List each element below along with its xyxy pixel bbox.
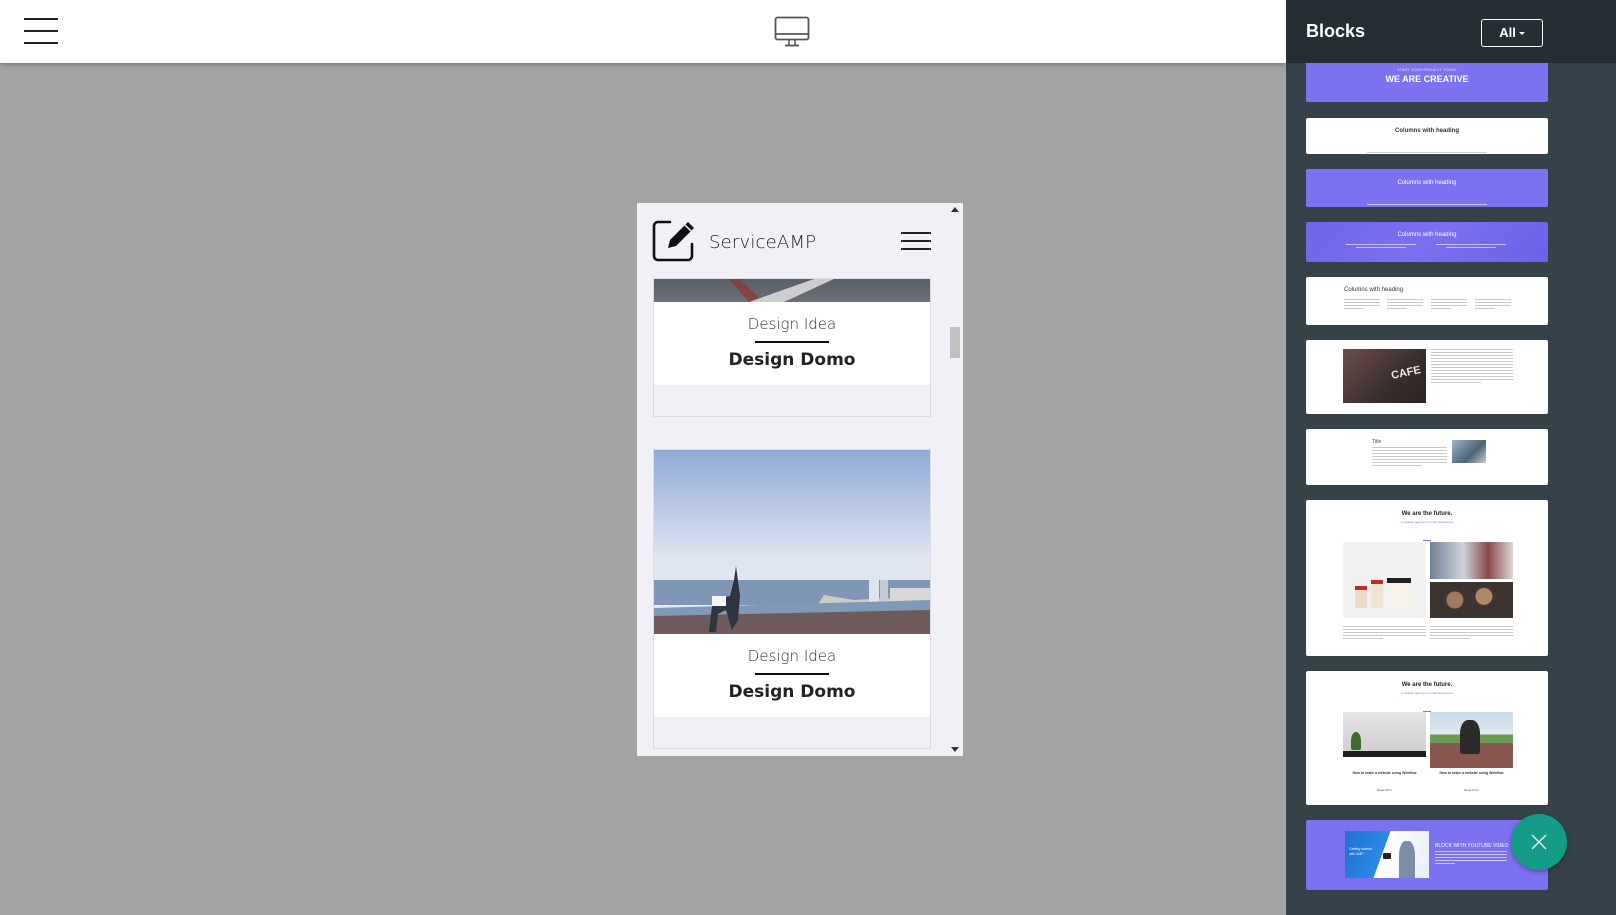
block-heading: WE ARE CREATIVE — [1385, 74, 1469, 84]
read-more-link: Read More — [1377, 788, 1392, 792]
preview-scrollbar[interactable] — [947, 203, 963, 756]
office-team-photo — [1452, 440, 1486, 463]
card: Design Idea Design Domo — [653, 449, 931, 749]
close-x-icon — [1531, 834, 1547, 850]
block-text — [1387, 299, 1423, 311]
block-heading: BLOCK WITH YOUTUBE VIDEO — [1435, 843, 1509, 849]
block-subline — [1306, 90, 1548, 102]
block-thumb-image-text[interactable]: CAFE — [1306, 340, 1548, 414]
video-title: Getting started with AMP — [1349, 847, 1372, 856]
article-title: How to make a website using Webflow — [1439, 771, 1504, 775]
preview-navbar: ServiceAMP — [637, 203, 947, 278]
filter-label: All — [1499, 25, 1516, 40]
desktop-monitor-icon[interactable] — [774, 16, 810, 48]
video-thumbnail: Getting started with AMP — [1345, 831, 1429, 878]
caret-down-icon — [1518, 32, 1525, 36]
notebook-pencil-photo — [654, 279, 930, 302]
block-text — [1435, 851, 1507, 866]
block-heading: We are the future. — [1401, 682, 1453, 688]
block-heading: Columns with heading — [1395, 128, 1459, 134]
block-text — [1431, 349, 1513, 385]
card: Design Idea Design Domo — [653, 278, 931, 417]
block-thumb-youtube-video[interactable]: Getting started with AMP BLOCK WITH YOUT… — [1306, 820, 1548, 890]
desk-lamp-plant-photo — [1343, 712, 1426, 768]
block-thumb-we-are-the-future-articles[interactable]: We are the future. a creative agency for… — [1306, 671, 1548, 805]
blocks-filter-dropdown[interactable]: All — [1481, 19, 1543, 47]
top-toolbar — [0, 0, 1286, 63]
jars-candy-photo — [1343, 542, 1426, 618]
block-thumb-title-text[interactable]: Title — [1306, 429, 1548, 485]
block-text — [1436, 244, 1506, 248]
card-title[interactable]: Design Domo — [654, 350, 930, 370]
block-text — [1343, 626, 1426, 641]
scroll-thumb[interactable] — [950, 327, 960, 358]
cafe-sign-label: CAFE — [1390, 364, 1422, 382]
article-title: How to make a website using Webflow — [1352, 771, 1417, 775]
card-footer — [654, 385, 930, 416]
card-divider — [755, 341, 829, 343]
block-text — [1430, 626, 1513, 641]
coffee-table-photo — [1430, 582, 1513, 618]
block-text — [1344, 299, 1380, 311]
block-text — [1431, 299, 1467, 311]
blocks-sidebar: Blocks All START YOUR PROJECT TODAY. WE … — [1286, 0, 1616, 915]
scroll-down-arrow-icon[interactable] — [951, 747, 959, 752]
card-subtitle: Design Idea — [747, 315, 837, 333]
meeting-people-photo — [1430, 542, 1513, 579]
block-thumb-columns-with-heading[interactable]: Columns with heading — [1306, 118, 1548, 154]
block-kicker: START YOUR PROJECT TODAY. — [1396, 67, 1458, 72]
block-thumb-columns-with-heading[interactable]: Columns with heading — [1306, 277, 1548, 325]
close-fab-button[interactable] — [1511, 814, 1567, 870]
block-heading: Columns with heading — [1344, 287, 1404, 293]
sidebar-header: Blocks All — [1286, 0, 1616, 63]
block-heading: Title — [1372, 439, 1382, 445]
card-title[interactable]: Design Domo — [654, 682, 930, 702]
card-divider — [755, 673, 829, 675]
block-text — [1346, 244, 1416, 248]
scroll-up-arrow-icon[interactable] — [951, 207, 959, 212]
block-thumb-columns-with-heading[interactable]: Columns with heading — [1306, 222, 1548, 262]
runner-track-photo — [1430, 712, 1513, 768]
card-footer — [654, 717, 930, 748]
sidebar-title: Blocks — [1306, 21, 1366, 41]
block-heading: Columns with heading — [1397, 232, 1457, 238]
block-heading: Columns with heading — [1397, 180, 1457, 186]
mobile-preview: ServiceAMP Design Idea Design Domo Desig… — [637, 203, 963, 756]
hamburger-menu-icon[interactable] — [24, 18, 58, 44]
yoga-rooftop-city-photo — [654, 450, 930, 634]
hamburger-menu-icon[interactable] — [901, 232, 931, 252]
block-text — [1306, 192, 1548, 207]
cafe-photo: CAFE — [1343, 349, 1426, 403]
block-text — [1372, 447, 1447, 468]
read-more-link: Read More — [1464, 788, 1479, 792]
play-button-icon — [1383, 853, 1391, 859]
block-heading: We are the future. — [1401, 511, 1453, 517]
block-text — [1306, 140, 1548, 154]
block-text — [1475, 299, 1511, 311]
brand-name[interactable]: ServiceAMP — [709, 232, 816, 253]
block-thumb-columns-with-heading[interactable]: Columns with heading — [1306, 169, 1548, 207]
card-subtitle: Design Idea — [747, 647, 837, 665]
block-thumb-we-are-the-future-gallery[interactable]: We are the future. a creative agency for… — [1306, 500, 1548, 656]
edit-pencil-square-icon[interactable] — [652, 218, 698, 264]
block-subheading: a creative agency for smart businesses — [1400, 691, 1454, 695]
block-subheading: a creative agency for smart businesses — [1400, 520, 1454, 524]
